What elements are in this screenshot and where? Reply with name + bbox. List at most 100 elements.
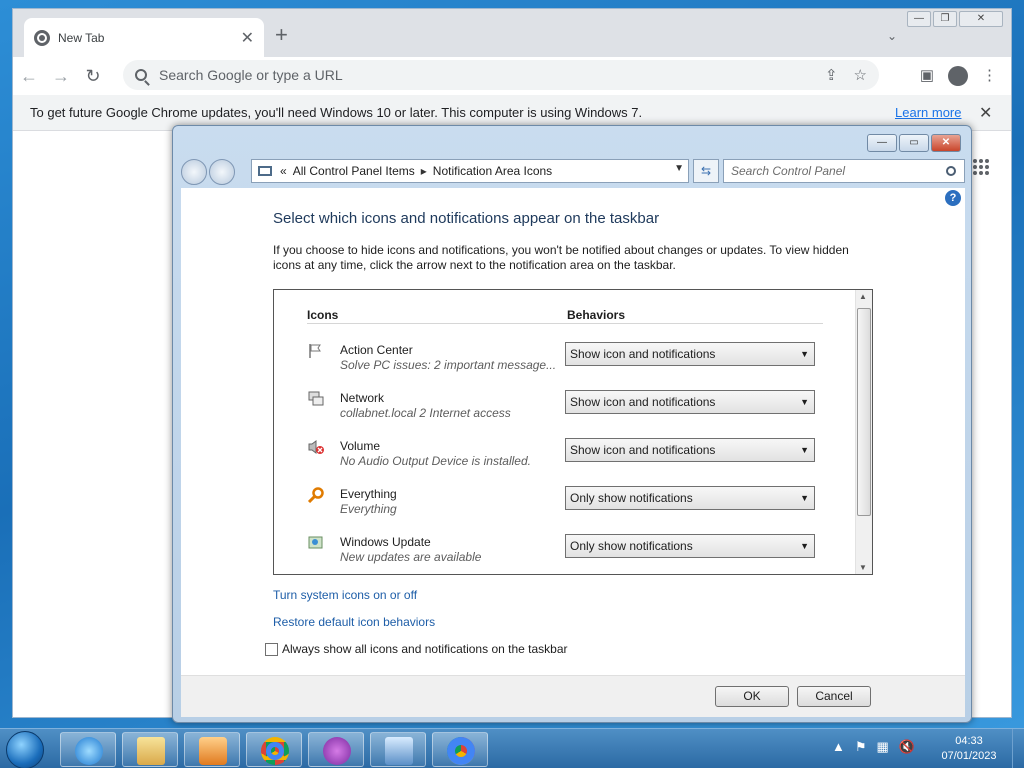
cp-content: ? Select which icons and notifications a… <box>181 188 965 675</box>
action-center-flag-icon[interactable]: ⚑ <box>855 739 867 755</box>
scroll-down-icon[interactable]: ▼ <box>859 563 867 572</box>
toolbar-right: ▣ ⋮ <box>920 66 997 86</box>
cp-minimize-button[interactable]: — <box>867 134 897 152</box>
taskbar-chrome-icon[interactable] <box>246 732 302 767</box>
profile-avatar-icon[interactable] <box>948 66 968 86</box>
minimize-button[interactable]: — <box>907 11 931 27</box>
cp-close-button[interactable]: ✕ <box>931 134 961 152</box>
behavior-select[interactable]: Show icon and notifications ▼ <box>565 342 815 366</box>
taskbar-app-icon[interactable] <box>308 732 364 767</box>
taskbar-chrome-icon[interactable] <box>432 732 488 767</box>
behavior-select[interactable]: Show icon and notifications ▼ <box>565 390 815 414</box>
chevron-down-icon: ▼ <box>800 493 809 503</box>
reload-icon[interactable]: ↻ <box>77 66 109 87</box>
breadcrumb[interactable]: « All Control Panel Items ▸ Notification… <box>251 159 689 183</box>
search-icon[interactable] <box>946 166 956 176</box>
bookmark-star-icon[interactable]: ☆ <box>854 66 867 84</box>
apps-grid-icon[interactable] <box>973 159 989 175</box>
tab-search-chevron-icon[interactable]: ⌄ <box>887 29 897 43</box>
breadcrumb-item-notification-icons[interactable]: Notification Area Icons <box>433 164 552 178</box>
notification-area: ▲ ⚑ ▦ 🔇 <box>832 739 915 755</box>
row-name: Action Center <box>340 343 413 357</box>
taskbar-remote-desktop-icon[interactable] <box>370 732 426 767</box>
cp-search-placeholder: Search Control Panel <box>731 164 846 178</box>
tab-title: New Tab <box>58 30 105 45</box>
address-dropdown-icon[interactable]: ▼ <box>674 163 684 174</box>
list-item: Network collabnet.local 2 Internet acces… <box>307 388 823 428</box>
list-scrollbar[interactable]: ▲ ▼ <box>855 290 872 574</box>
menu-kebab-icon[interactable]: ⋮ <box>982 66 997 86</box>
restore-button[interactable]: ❐ <box>933 11 957 27</box>
taskbar-media-player-icon[interactable] <box>184 732 240 767</box>
cp-forward-button[interactable] <box>209 159 235 185</box>
list-header: Icons Behaviors <box>307 308 823 324</box>
always-show-row: Always show all icons and notifications … <box>265 642 568 656</box>
infobar-close-icon[interactable]: ✕ <box>979 103 992 123</box>
help-icon[interactable]: ? <box>945 190 961 206</box>
learn-more-link[interactable]: Learn more <box>895 105 961 120</box>
cp-window-controls: — ▭ ✕ <box>867 134 961 152</box>
search-icon <box>135 69 147 81</box>
network-icon <box>308 391 324 406</box>
page-description: If you choose to hide icons and notifica… <box>273 243 849 272</box>
always-show-label[interactable]: Always show all icons and notifications … <box>282 642 568 656</box>
close-button[interactable]: ✕ <box>959 11 1003 27</box>
always-show-checkbox[interactable] <box>265 642 278 656</box>
restore-defaults-link[interactable]: Restore default icon behaviors <box>273 615 435 629</box>
scroll-up-icon[interactable]: ▲ <box>859 292 867 301</box>
page-title: Select which icons and notifications app… <box>273 210 660 227</box>
speaker-muted-icon <box>308 440 324 454</box>
row-name: Everything <box>340 487 397 501</box>
control-panel-window: — ▭ ✕ « All Control Panel Items ▸ Notifi… <box>172 125 972 723</box>
row-detail: Everything <box>340 502 397 516</box>
flag-icon <box>309 344 321 358</box>
row-detail: Solve PC issues: 2 important message... <box>340 358 557 372</box>
omnibox[interactable]: Search Google or type a URL ⇪ ☆ <box>123 60 879 90</box>
new-tab-button[interactable]: + <box>275 24 288 46</box>
tab-close-icon[interactable]: ✕ <box>241 28 254 48</box>
cp-refresh-icon[interactable]: ⇆ <box>693 159 719 183</box>
cancel-button[interactable]: Cancel <box>797 686 871 707</box>
behavior-value: Show icon and notifications <box>570 395 716 409</box>
cp-search-input[interactable]: Search Control Panel <box>723 159 965 183</box>
behavior-select[interactable]: Only show notifications ▼ <box>565 534 815 558</box>
share-icon[interactable]: ⇪ <box>825 66 838 84</box>
ok-button[interactable]: OK <box>715 686 789 707</box>
taskbar-internet-explorer-icon[interactable] <box>60 732 116 767</box>
taskbar-file-explorer-icon[interactable] <box>122 732 178 767</box>
behavior-value: Only show notifications <box>570 491 693 505</box>
row-name: Volume <box>340 439 381 453</box>
clock[interactable]: 04:33 07/01/2023 <box>934 734 1004 764</box>
behavior-value: Show icon and notifications <box>570 347 716 361</box>
tab-new-tab[interactable]: New Tab ✕ <box>24 18 264 57</box>
side-panel-icon[interactable]: ▣ <box>920 66 934 86</box>
network-tray-icon[interactable]: ▦ <box>877 739 889 755</box>
start-button[interactable] <box>6 731 44 768</box>
forward-arrow-icon[interactable]: → <box>45 66 77 87</box>
magnifier-icon <box>307 487 324 503</box>
show-hidden-icons-icon[interactable]: ▲ <box>832 739 845 755</box>
show-desktop-button[interactable] <box>1012 729 1024 768</box>
turn-system-icons-link[interactable]: Turn system icons on or off <box>273 588 417 602</box>
omnibox-placeholder: Search Google or type a URL <box>159 67 343 83</box>
behavior-select[interactable]: Show icon and notifications ▼ <box>565 438 815 462</box>
taskbar: ▲ ⚑ ▦ 🔇 04:33 07/01/2023 <box>0 728 1024 768</box>
back-arrow-icon[interactable]: ← <box>13 66 45 87</box>
scroll-thumb[interactable] <box>857 308 871 516</box>
breadcrumb-item-all-items[interactable]: All Control Panel Items <box>293 164 415 178</box>
cp-back-button[interactable] <box>181 159 207 185</box>
chrome-toolbar: ← → ↻ Search Google or type a URL ⇪ ☆ ▣ … <box>13 57 1011 95</box>
chrome-favicon-icon <box>34 29 50 46</box>
cp-maximize-button[interactable]: ▭ <box>899 134 929 152</box>
column-icons: Icons <box>307 308 339 322</box>
chevron-down-icon: ▼ <box>800 397 809 407</box>
dialog-footer: OK Cancel <box>181 675 965 717</box>
behavior-value: Show icon and notifications <box>570 443 716 457</box>
row-detail: collabnet.local 2 Internet access <box>340 406 511 420</box>
row-detail: No Audio Output Device is installed. <box>340 454 531 468</box>
behavior-select[interactable]: Only show notifications ▼ <box>565 486 815 510</box>
chevron-down-icon: ▼ <box>800 445 809 455</box>
list-item: Everything Everything Only show notifica… <box>307 484 823 524</box>
volume-muted-icon[interactable]: 🔇 <box>899 739 915 755</box>
chevron-down-icon: ▼ <box>800 541 809 551</box>
